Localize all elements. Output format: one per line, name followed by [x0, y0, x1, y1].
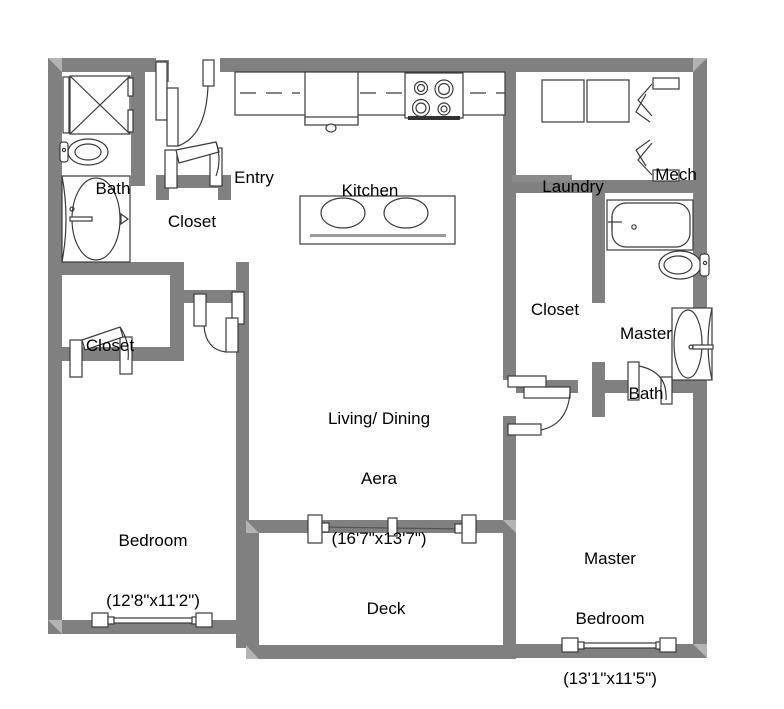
- shower-stall-icon: [62, 75, 134, 135]
- bath-fixtures: [59, 75, 134, 263]
- bathtub-icon: [61, 175, 131, 263]
- dryer-icon: [586, 79, 630, 123]
- kitchen-sink-icon: [304, 71, 359, 133]
- toilet-icon: [658, 250, 710, 280]
- entry-door[interactable]: [155, 59, 215, 147]
- kitchen-fixtures: [234, 71, 506, 133]
- toilet-icon: [59, 138, 109, 166]
- laundry-fixtures: [512, 79, 630, 182]
- range-cooktop-icon: [404, 72, 464, 120]
- walls: [48, 58, 707, 659]
- washer-icon: [541, 79, 585, 123]
- mechanical-access-doors[interactable]: [635, 77, 680, 182]
- vanity-sink-icon: [671, 307, 714, 381]
- master-bath-door[interactable]: [627, 361, 673, 405]
- bathtub-icon: [606, 199, 694, 251]
- floor-plan-drawing: [48, 58, 714, 659]
- bath-door[interactable]: [131, 186, 145, 190]
- floor-plan: Bath Entry Closet Kitchen Laundry Mech C…: [0, 0, 784, 709]
- dining-table-icon: [299, 195, 456, 245]
